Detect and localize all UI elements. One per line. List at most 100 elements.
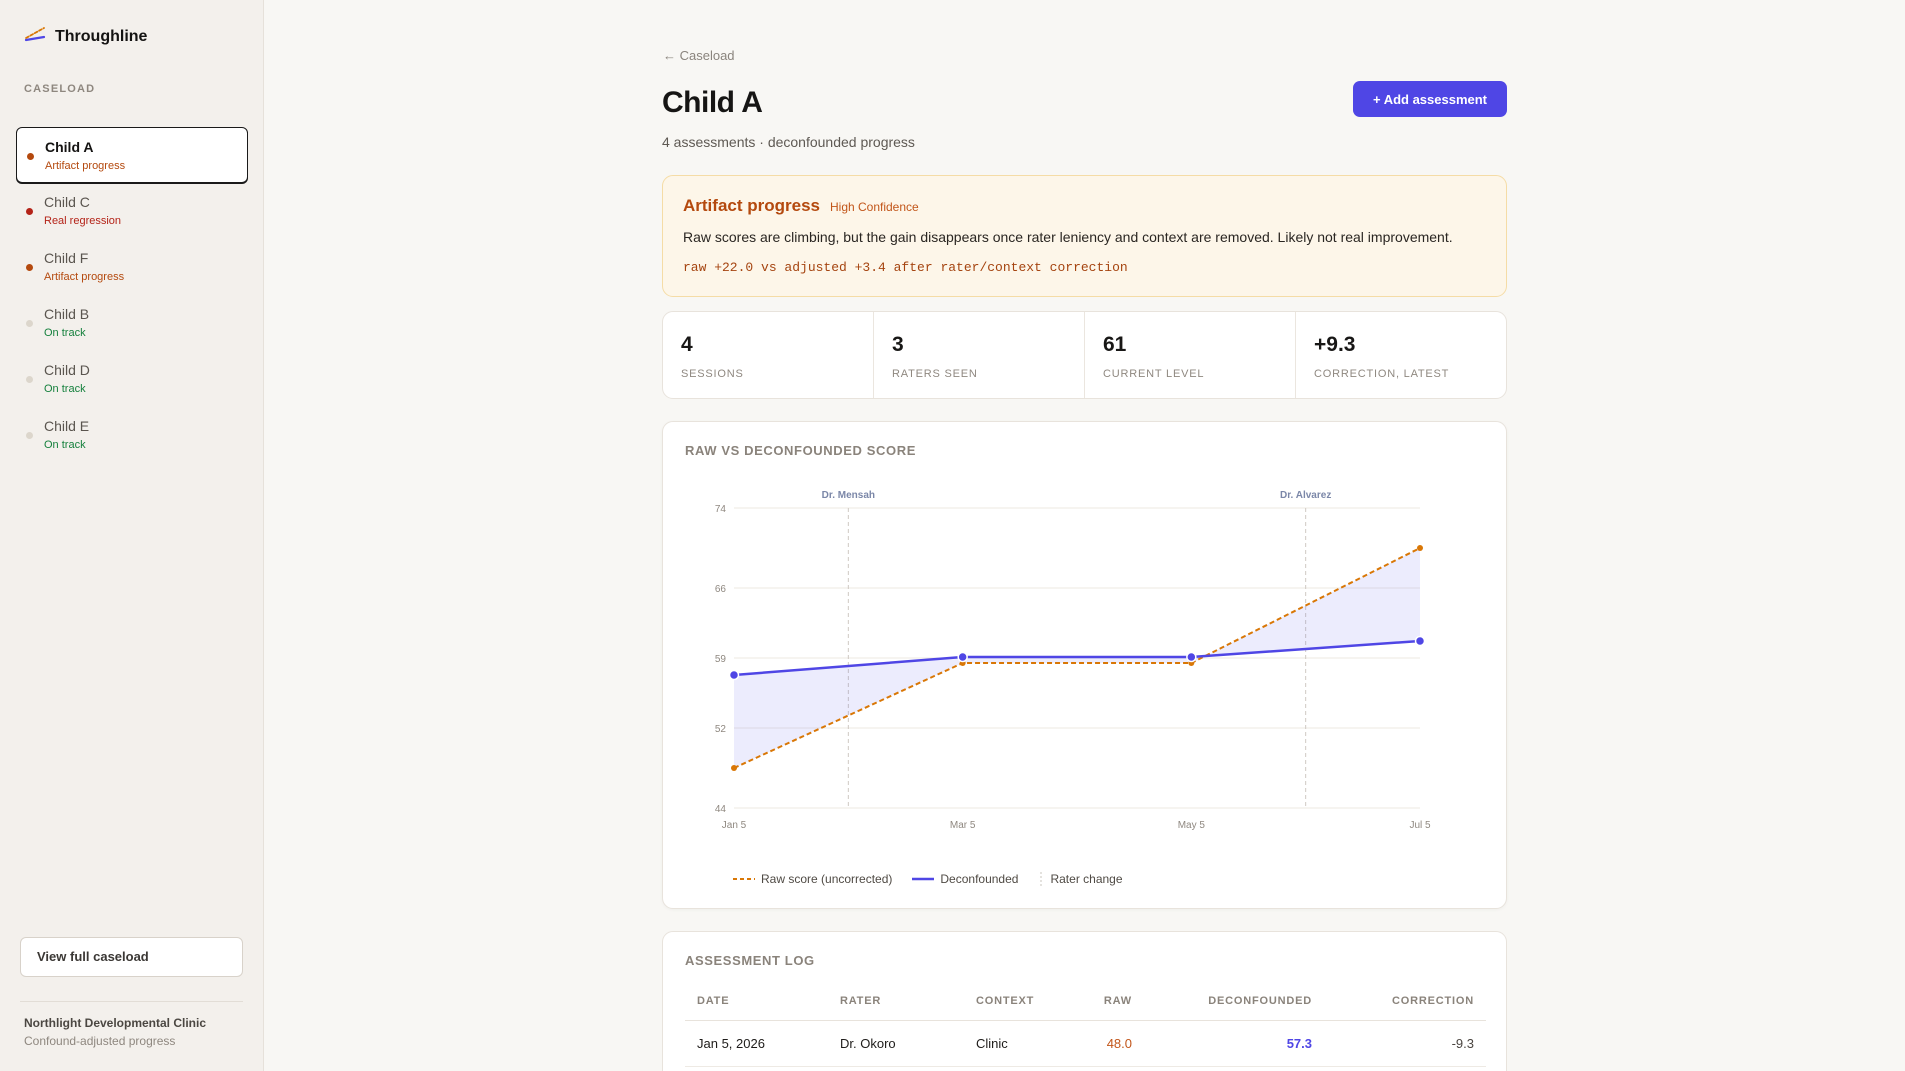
stat-current-level: 61 CURRENT LEVEL: [1085, 312, 1296, 398]
x-tick-label: May 5: [1178, 820, 1206, 831]
client-name: Child E: [44, 418, 90, 434]
alert-code: raw +22.0 vs adjusted +3.4 after rater/c…: [683, 260, 1128, 275]
view-full-caseload-button[interactable]: View full caseload: [20, 937, 243, 977]
y-tick-label: 74: [715, 504, 727, 515]
status-dot: [26, 320, 33, 327]
clinic-name: Northlight Developmental Clinic: [24, 1016, 207, 1030]
sidebar-item-child-b[interactable]: Child B On track: [16, 295, 248, 351]
deconfounded-point: [957, 651, 968, 663]
assessment-log-card: ASSESSMENT LOG DATE RATER CONTEXT RAW DE…: [662, 931, 1507, 1071]
status-dot: [26, 376, 33, 383]
solid-line-icon: [912, 877, 935, 881]
stat-label: CURRENT LEVEL: [1103, 368, 1205, 380]
dashed-line-icon: [733, 878, 755, 880]
status-dot: [26, 432, 33, 439]
y-tick-label: 44: [715, 804, 727, 815]
sidebar-item-child-f[interactable]: Child F Artifact progress: [16, 239, 248, 295]
client-name: Child F: [44, 250, 89, 266]
rater-change-label: Dr. Alvarez: [1280, 490, 1331, 501]
stat-value: 4: [681, 333, 693, 356]
column-header-date: DATE: [685, 991, 828, 1021]
stat-label: SESSIONS: [681, 368, 744, 380]
x-tick-label: Jan 5: [722, 820, 747, 831]
rater-change-label: Dr. Mensah: [822, 490, 875, 501]
assessment-log-table: DATE RATER CONTEXT RAW DECONFOUNDED CORR…: [685, 991, 1486, 1067]
client-status: Real regression: [44, 215, 122, 227]
stat-value: 61: [1103, 333, 1127, 356]
cell-date: Jan 5, 2026: [685, 1020, 828, 1067]
client-status: Artifact progress: [45, 160, 126, 172]
sidebar-item-child-c[interactable]: Child C Real regression: [16, 183, 248, 239]
sidebar-item-child-e[interactable]: Child E On track: [16, 407, 248, 463]
client-name: Child C: [44, 194, 90, 210]
clinic-subtitle: Confound-adjusted progress: [24, 1034, 176, 1048]
column-header-context: CONTEXT: [964, 991, 1084, 1021]
y-tick-label: 52: [715, 724, 727, 735]
raw-point: [731, 765, 737, 771]
stat-value: 3: [892, 333, 904, 356]
stat-label: RATERS SEEN: [892, 368, 978, 380]
cell-deconfounded: 57.3: [1144, 1020, 1324, 1067]
artifact-alert: Artifact progress High Confidence Raw sc…: [662, 175, 1507, 297]
cell-raw: 48.0: [1084, 1020, 1144, 1067]
cell-rater: Dr. Okoro: [828, 1020, 964, 1067]
column-header-correction: CORRECTION: [1324, 991, 1486, 1021]
stat-value: +9.3: [1314, 333, 1356, 356]
raw-point: [1417, 545, 1423, 551]
deconfounded-point: [1186, 651, 1197, 663]
app-name: Throughline: [55, 27, 148, 45]
chart-title: RAW VS DECONFOUNDED SCORE: [685, 443, 916, 458]
page-subtitle: 4 assessments · deconfounded progress: [662, 134, 915, 150]
cell-correction: -9.3: [1324, 1020, 1486, 1067]
legend-raw: Raw score (uncorrected): [733, 872, 892, 886]
stats-row: 4 SESSIONS 3 RATERS SEEN 61 CURRENT LEVE…: [662, 311, 1507, 399]
table-row[interactable]: Jan 5, 2026 Dr. Okoro Clinic 48.0 57.3 -…: [685, 1020, 1486, 1067]
client-status: On track: [44, 327, 86, 339]
status-dot: [26, 208, 33, 215]
deconfounded-point: [728, 669, 740, 681]
y-tick-label: 59: [715, 654, 727, 665]
stat-sessions: 4 SESSIONS: [663, 312, 874, 398]
log-title: ASSESSMENT LOG: [685, 953, 815, 968]
client-status: Artifact progress: [44, 271, 125, 283]
stat-raters-seen: 3 RATERS SEEN: [874, 312, 1085, 398]
score-chart: 44 52 59 66 74 Dr. Mensah Dr. Alvarez Jan 5 Mar …: [715, 490, 1431, 831]
legend-rater-change: Rater change: [1038, 872, 1123, 886]
legend-deconfounded: Deconfounded: [912, 872, 1018, 886]
stat-correction-latest: +9.3 CORRECTION, LATEST: [1296, 312, 1506, 398]
back-to-caseload-link[interactable]: ← Caseload: [663, 48, 735, 63]
alert-confidence: High Confidence: [829, 200, 919, 214]
column-header-rater: RATER: [828, 991, 964, 1021]
chart-legend: Raw score (uncorrected) Deconfounded Rat…: [733, 872, 1123, 886]
table-header-row: DATE RATER CONTEXT RAW DECONFOUNDED CORR…: [685, 991, 1486, 1021]
cell-context: Clinic: [964, 1020, 1084, 1067]
client-name: Child B: [44, 306, 90, 322]
sidebar-item-child-a[interactable]: Child A Artifact progress: [16, 127, 248, 183]
client-list: Child A Artifact progress Child C Real regr…: [16, 127, 248, 463]
sidebar: Throughline CASELOAD Child A Artifact pro…: [0, 0, 264, 1071]
page-title: Child A: [662, 86, 763, 119]
client-name: Child A: [45, 139, 94, 155]
client-name: Child D: [44, 362, 90, 378]
legend-deconfounded-label: Deconfounded: [940, 872, 1019, 886]
alert-title: Artifact progress: [683, 196, 820, 215]
legend-rater-change-label: Rater change: [1050, 872, 1123, 886]
brand[interactable]: Throughline: [24, 26, 147, 47]
status-dot: [27, 153, 34, 160]
stat-label: CORRECTION, LATEST: [1314, 368, 1450, 380]
column-header-deconfounded: DECONFOUNDED: [1144, 991, 1324, 1021]
column-header-raw: RAW: [1084, 991, 1144, 1021]
x-tick-label: Jul 5: [1409, 820, 1431, 831]
score-chart-card: 44 52 59 66 74 Dr. Mensah Dr. Alvarez Jan 5 Mar …: [662, 421, 1507, 909]
sidebar-item-child-d[interactable]: Child D On track: [16, 351, 248, 407]
client-status: On track: [44, 383, 86, 395]
deconfounded-point: [1414, 635, 1426, 647]
status-dot: [26, 264, 33, 271]
logo-icon: [24, 26, 46, 47]
vertical-dash-icon: [1040, 872, 1042, 886]
y-tick-label: 66: [715, 584, 727, 595]
caseload-section-label: CASELOAD: [24, 83, 96, 95]
add-assessment-button[interactable]: + Add assessment: [1353, 81, 1507, 117]
x-tick-label: Mar 5: [950, 820, 976, 831]
sidebar-divider: [20, 1001, 243, 1002]
